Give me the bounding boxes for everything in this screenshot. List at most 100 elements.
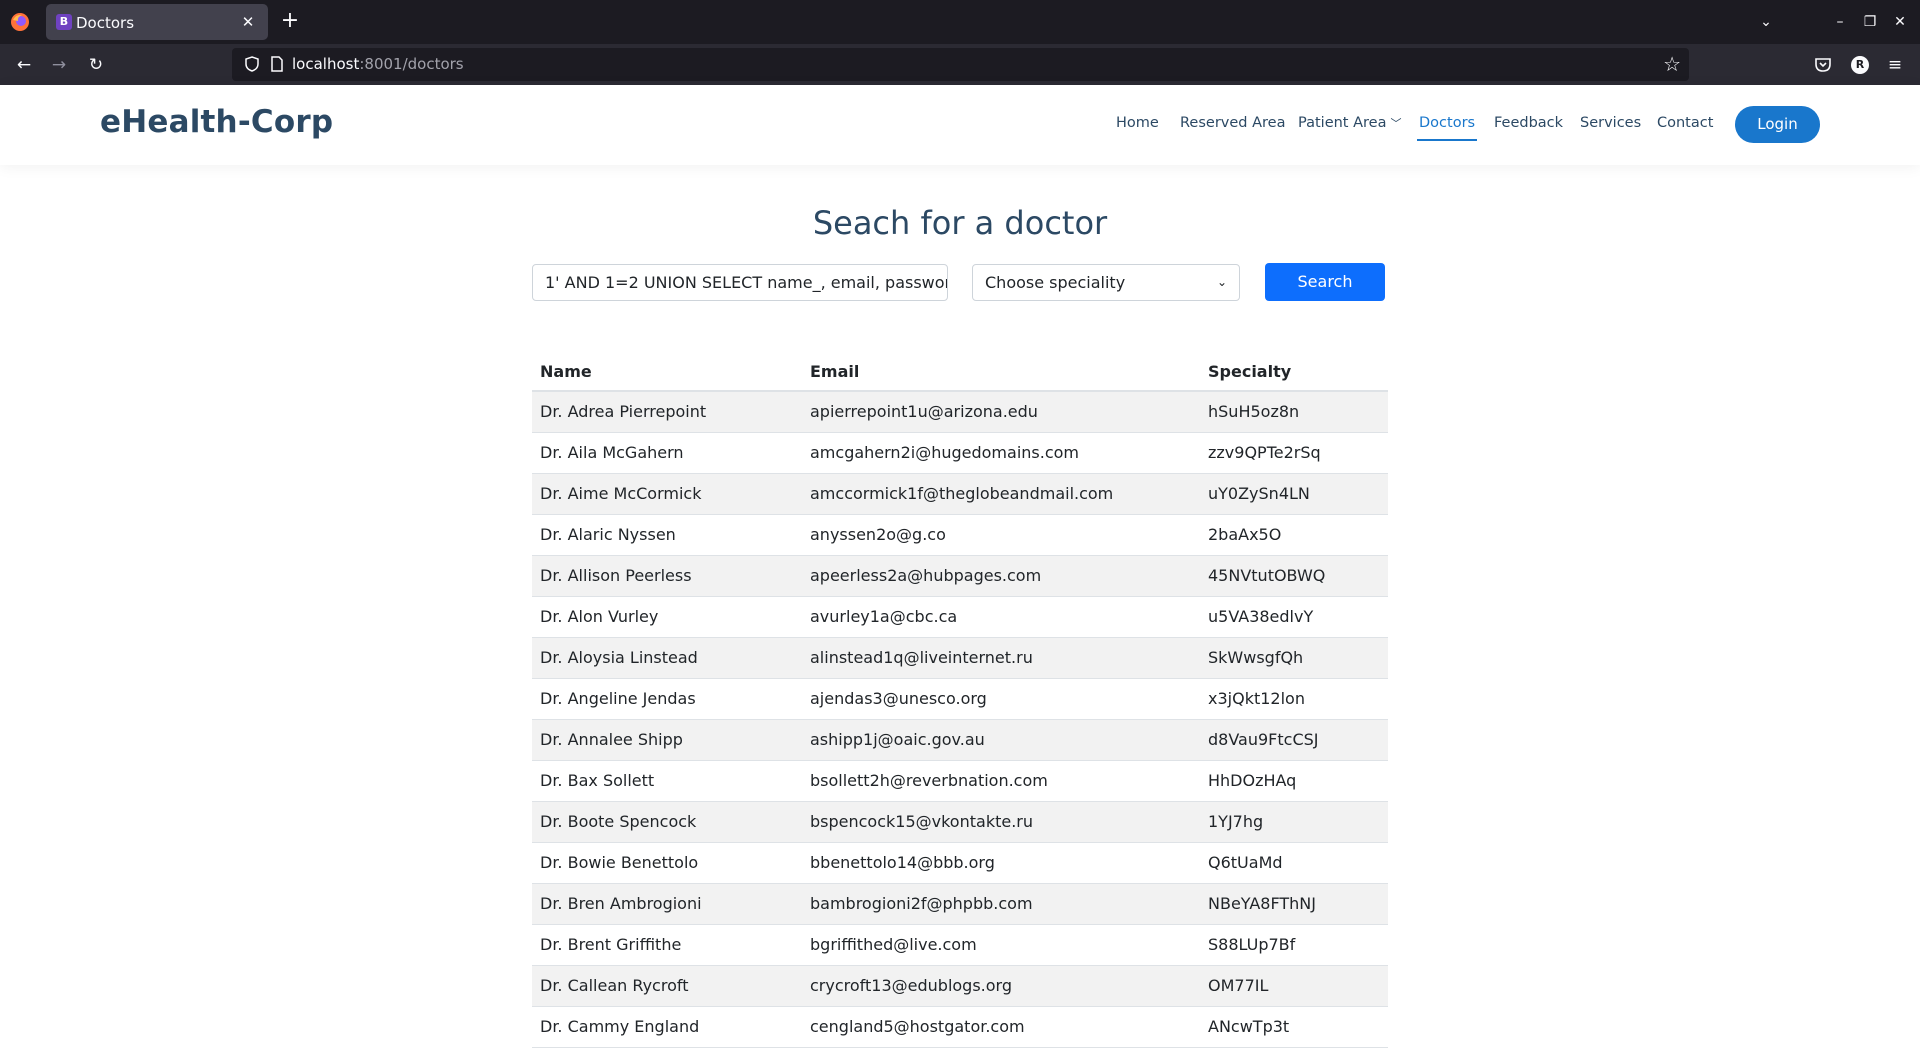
table-row: Dr. Callean Rycroft crycroft13@edublogs.o… — [532, 965, 1388, 1007]
reload-icon[interactable]: ↻ — [82, 52, 110, 78]
cell-email: amcgahern2i@hugedomains.com — [802, 432, 1200, 474]
table-row: Dr. Cammy England cengland5@hostgator.com… — [532, 1006, 1388, 1048]
table-row: Dr. Bowie Benettolo bbenettolo14@bbb.org Q… — [532, 842, 1388, 884]
cell-email: apierrepoint1u@arizona.edu — [802, 391, 1200, 433]
speciality-select-value: Choose speciality — [985, 273, 1126, 292]
cell-email: bambrogioni2f@phpbb.com — [802, 883, 1200, 925]
table-row: Dr. Allison Peerless apeerless2a@hubpages… — [532, 555, 1388, 597]
list-tabs-chevron-icon[interactable]: ⌄ — [1754, 10, 1778, 34]
nav-services[interactable]: Services — [1580, 115, 1641, 131]
cell-name: Dr. Alaric Nyssen — [532, 514, 802, 556]
cell-specialty: SkWwsgfQh — [1200, 637, 1388, 679]
table-row: Dr. Boote Spencock bspencock15@vkontakte.… — [532, 801, 1388, 843]
browser-nav-bar: ← → ↻ localhost:8001/doctors ☆ R ≡ — [0, 44, 1920, 85]
close-window-icon[interactable]: ✕ — [1888, 10, 1912, 34]
nav-contact[interactable]: Contact — [1657, 115, 1713, 131]
nav-home[interactable]: Home — [1116, 115, 1159, 131]
url-bar[interactable]: localhost:8001/doctors ☆ — [232, 48, 1689, 81]
cell-specialty: 2baAx5O — [1200, 514, 1388, 556]
cell-specialty: u5VA38edlvY — [1200, 596, 1388, 638]
nav-patient-area-label: Patient Area — [1298, 115, 1387, 131]
browser-tab-bar: B Doctors ✕ + ⌄ – ❐ ✕ — [0, 0, 1920, 44]
minimize-icon[interactable]: – — [1828, 10, 1852, 34]
url-path: :8001/doctors — [359, 55, 464, 73]
cell-email: amccormick1f@theglobeandmail.com — [802, 473, 1200, 515]
back-icon[interactable]: ← — [10, 52, 38, 78]
close-tab-icon[interactable]: ✕ — [236, 10, 260, 34]
cell-email: cengland5@hostgator.com — [802, 1006, 1200, 1048]
cell-email: avurley1a@cbc.ca — [802, 596, 1200, 638]
cell-name: Dr. Aime McCormick — [532, 473, 802, 515]
table-row: Dr. Aime McCormick amccormick1f@theglobea… — [532, 473, 1388, 515]
table-row: Dr. Aloysia Linstead alinstead1q@liveinte… — [532, 637, 1388, 679]
site-header: eHealth-Corp Home Reserved Area Patient … — [0, 85, 1920, 165]
cell-email: bbenettolo14@bbb.org — [802, 842, 1200, 884]
nav-feedback[interactable]: Feedback — [1494, 115, 1563, 131]
cell-name: Dr. Aloysia Linstead — [532, 637, 802, 679]
cell-specialty: hSuH5oz8n — [1200, 391, 1388, 433]
cell-email: alinstead1q@liveinternet.ru — [802, 637, 1200, 679]
table-row: Dr. Alon Vurley avurley1a@cbc.ca u5VA38edl… — [532, 596, 1388, 638]
table-row: Dr. Angeline Jendas ajendas3@unesco.org x3… — [532, 678, 1388, 720]
hamburger-menu-icon[interactable]: ≡ — [1881, 52, 1909, 78]
restore-icon[interactable]: ❐ — [1858, 10, 1882, 34]
doctors-table: Name Email Specialty Dr. Adrea Pierrepoi… — [532, 350, 1388, 1048]
table-row: Dr. Brent Griffithe bgriffithed@live.com S… — [532, 924, 1388, 966]
table-row: Dr. Adrea Pierrepoint apierrepoint1u@ariz… — [532, 391, 1388, 433]
table-header-row: Name Email Specialty — [532, 350, 1388, 392]
cell-specialty: Q6tUaMd — [1200, 842, 1388, 884]
column-header-email: Email — [802, 350, 1200, 392]
cell-name: Dr. Boote Spencock — [532, 801, 802, 843]
column-header-specialty: Specialty — [1200, 350, 1388, 392]
page-title: Seach for a doctor — [812, 204, 1108, 242]
chevron-down-icon: ⌄ — [1216, 275, 1227, 289]
cell-name: Dr. Allison Peerless — [532, 555, 802, 597]
cell-name: Dr. Angeline Jendas — [532, 678, 802, 720]
cell-email: bspencock15@vkontakte.ru — [802, 801, 1200, 843]
cell-specialty: d8Vau9FtcCSJ — [1200, 719, 1388, 761]
url-text[interactable]: localhost:8001/doctors — [292, 55, 464, 73]
site-logo[interactable]: eHealth-Corp — [100, 104, 333, 140]
nav-reserved-area[interactable]: Reserved Area — [1180, 115, 1285, 131]
cell-specialty: zzv9QPTe2rSq — [1200, 432, 1388, 474]
cell-name: Dr. Cammy England — [532, 1006, 802, 1048]
table-row: Dr. Bax Sollett bsollett2h@reverbnation.c… — [532, 760, 1388, 802]
cell-email: apeerless2a@hubpages.com — [802, 555, 1200, 597]
cell-specialty: 45NVtutOBWQ — [1200, 555, 1388, 597]
cell-email: crycroft13@edublogs.org — [802, 965, 1200, 1007]
pocket-icon[interactable] — [1814, 56, 1832, 74]
cell-specialty: ANcwTp3t — [1200, 1006, 1388, 1048]
nav-doctors[interactable]: Doctors — [1416, 115, 1478, 141]
cell-name: Dr. Bren Ambrogioni — [532, 883, 802, 925]
cell-name: Dr. Callean Rycroft — [532, 965, 802, 1007]
page-icon[interactable] — [270, 56, 284, 72]
cell-specialty: x3jQkt12lon — [1200, 678, 1388, 720]
bookmark-star-icon[interactable]: ☆ — [1663, 53, 1681, 75]
cell-specialty: 1YJ7hg — [1200, 801, 1388, 843]
login-button[interactable]: Login — [1735, 106, 1820, 143]
new-tab-icon[interactable]: + — [278, 10, 302, 34]
tab-doctors[interactable]: B Doctors ✕ — [46, 4, 268, 40]
firefox-icon — [11, 13, 29, 31]
cell-name: Dr. Adrea Pierrepoint — [532, 391, 802, 433]
tab-title: Doctors — [76, 14, 135, 32]
cell-specialty: uY0ZySn4LN — [1200, 473, 1388, 515]
nav-patient-area[interactable]: Patient Area ﹀ — [1298, 115, 1401, 131]
table-row: Dr. Aila McGahern amcgahern2i@hugedomains… — [532, 432, 1388, 474]
table-row: Dr. Bren Ambrogioni bambrogioni2f@phpbb.c… — [532, 883, 1388, 925]
cell-specialty: OM77IL — [1200, 965, 1388, 1007]
table-row: Dr. Annalee Shipp ashipp1j@oaic.gov.au d8V… — [532, 719, 1388, 761]
shield-icon[interactable] — [244, 56, 260, 72]
cell-name: Dr. Annalee Shipp — [532, 719, 802, 761]
url-host: localhost — [292, 55, 360, 73]
forward-icon[interactable]: → — [45, 52, 73, 78]
cell-name: Dr. Alon Vurley — [532, 596, 802, 638]
doctor-search-input[interactable]: 1' AND 1=2 UNION SELECT name_, email, pa… — [532, 264, 948, 301]
cell-name: Dr. Bax Sollett — [532, 760, 802, 802]
account-avatar-icon[interactable]: R — [1851, 56, 1869, 74]
speciality-select[interactable]: Choose speciality ⌄ — [972, 264, 1240, 301]
search-button[interactable]: Search — [1265, 263, 1385, 301]
bootstrap-favicon-icon: B — [56, 14, 72, 30]
column-header-name: Name — [532, 350, 802, 392]
cell-specialty: NBeYA8FThNJ — [1200, 883, 1388, 925]
